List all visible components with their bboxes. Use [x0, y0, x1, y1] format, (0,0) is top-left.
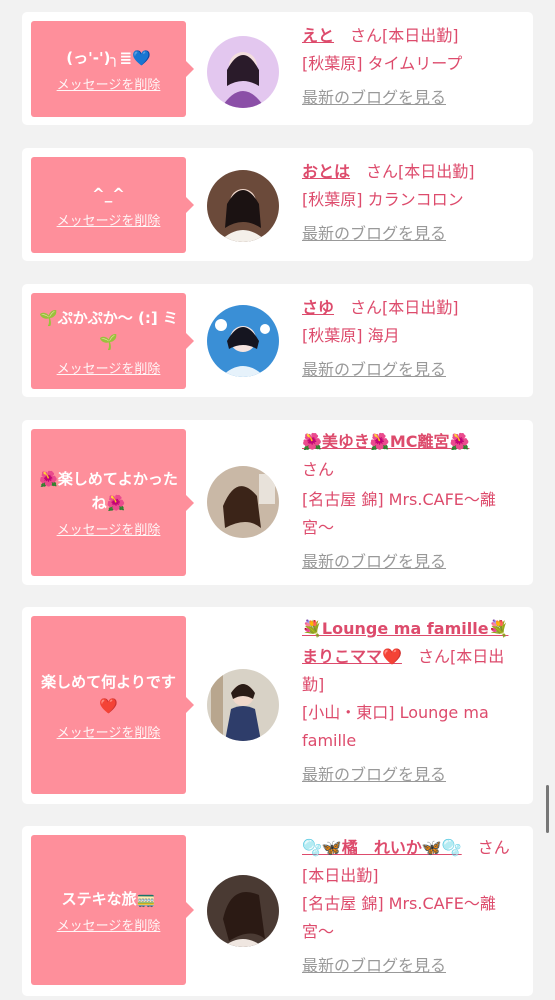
honorific: さん [350, 298, 383, 317]
shop-info: [小山・東口] Lounge ma famille [302, 703, 489, 750]
latest-blog-link[interactable]: 最新のブログを見る [302, 88, 446, 107]
latest-blog-link[interactable]: 最新のブログを見る [302, 360, 446, 379]
avatar[interactable] [207, 466, 279, 538]
delete-message-link[interactable]: メッセージを削除 [57, 74, 161, 93]
cast-info: さゆ さん[本日出勤] [秋葉原] 海月 最新のブログを見る [302, 294, 524, 384]
cast-name-link[interactable]: えと [302, 26, 334, 45]
cast-name-link[interactable]: 🌺美ゆき🌺MC離宮🌺 [302, 432, 469, 451]
avatar[interactable] [207, 36, 279, 108]
work-status: [本日出勤] [302, 866, 379, 885]
honorific: さん [302, 460, 335, 479]
message-card: (っ'-')╮≣💙 メッセージを削除 えと さん[本日出勤] [秋葉原] タイム… [22, 12, 533, 125]
message-bubble: 🌺楽しめてよかったね🌺 メッセージを削除 [31, 429, 194, 576]
cast-name-link[interactable]: さゆ [302, 298, 334, 317]
shop-info: [名古屋 錦] Mrs.CAFE〜離宮〜 [302, 490, 496, 537]
shop-info: [秋葉原] タイムリープ [302, 54, 463, 73]
message-card: 🌺楽しめてよかったね🌺 メッセージを削除 🌺美ゆき🌺MC離宮🌺 さん [名古屋 … [22, 420, 533, 585]
delete-message-link[interactable]: メッセージを削除 [57, 358, 161, 377]
cast-info: えと さん[本日出勤] [秋葉原] タイムリープ 最新のブログを見る [302, 22, 524, 112]
honorific: さん [366, 162, 399, 181]
message-bubble: ^_^ メッセージを削除 [31, 157, 194, 253]
cast-name-link[interactable]: おとは [302, 162, 350, 181]
shop-info: [秋葉原] 海月 [302, 326, 400, 345]
message-text: ^_^ [92, 184, 125, 203]
latest-blog-link[interactable]: 最新のブログを見る [302, 956, 446, 975]
message-bubble: 楽しめて何よりです❤️ メッセージを削除 [31, 616, 194, 794]
latest-blog-link[interactable]: 最新のブログを見る [302, 552, 446, 571]
work-status: [本日出勤] [382, 298, 459, 317]
honorific: さん [417, 647, 450, 666]
avatar[interactable] [207, 305, 279, 377]
work-status: [本日出勤] [398, 162, 475, 181]
delete-message-link[interactable]: メッセージを削除 [57, 722, 161, 741]
delete-message-link[interactable]: メッセージを削除 [57, 915, 161, 934]
cast-name-link[interactable]: 🫧🦋橘 れいか🦋🫧 [302, 838, 462, 857]
shop-info: [秋葉原] カランコロン [302, 190, 464, 209]
message-text: ステキな旅🚃 [61, 889, 156, 908]
message-card: ^_^ メッセージを削除 おとは さん[本日出勤] [秋葉原] カランコロン 最… [22, 148, 533, 261]
work-status: [本日出勤] [382, 26, 459, 45]
message-text: 🌺楽しめてよかったね🌺 [39, 470, 178, 512]
latest-blog-link[interactable]: 最新のブログを見る [302, 224, 446, 243]
message-card: 楽しめて何よりです❤️ メッセージを削除 💐Lounge ma famille💐… [22, 607, 533, 804]
message-bubble: ステキな旅🚃 メッセージを削除 [31, 835, 194, 985]
message-text: (っ'-')╮≣💙 [66, 48, 151, 67]
cast-info: 🫧🦋橘 れいか🦋🫧 さん[本日出勤] [名古屋 錦] Mrs.CAFE〜離宮〜 … [302, 834, 524, 980]
scrollbar[interactable] [546, 785, 549, 833]
cast-info: 🌺美ゆき🌺MC離宮🌺 さん [名古屋 錦] Mrs.CAFE〜離宮〜 最新のブロ… [302, 428, 524, 576]
cast-info: 💐Lounge ma famille💐まりこママ❤️ さん[本日出勤] [小山・… [302, 615, 524, 789]
honorific: さん [477, 838, 510, 857]
message-bubble: (っ'-')╮≣💙 メッセージを削除 [31, 21, 194, 117]
avatar[interactable] [207, 875, 279, 947]
message-text: 🌱ぷかぷか〜 (:] ミ🌱 [39, 308, 178, 351]
delete-message-link[interactable]: メッセージを削除 [57, 210, 161, 229]
honorific: さん [350, 26, 383, 45]
message-text: 楽しめて何よりです❤️ [41, 672, 176, 715]
shop-info: [名古屋 錦] Mrs.CAFE〜離宮〜 [302, 894, 496, 941]
cast-info: おとは さん[本日出勤] [秋葉原] カランコロン 最新のブログを見る [302, 158, 524, 248]
avatar[interactable] [207, 170, 279, 242]
delete-message-link[interactable]: メッセージを削除 [57, 519, 161, 538]
message-card: 🌱ぷかぷか〜 (:] ミ🌱 メッセージを削除 さゆ さん[本日出勤] [秋葉原]… [22, 284, 533, 397]
message-card: ステキな旅🚃 メッセージを削除 🫧🦋橘 れいか🦋🫧 さん [本日出勤] [名古屋 … [22, 826, 533, 996]
latest-blog-link[interactable]: 最新のブログを見る [302, 765, 446, 784]
avatar[interactable] [207, 669, 279, 741]
message-bubble: 🌱ぷかぷか〜 (:] ミ🌱 メッセージを削除 [31, 293, 194, 389]
